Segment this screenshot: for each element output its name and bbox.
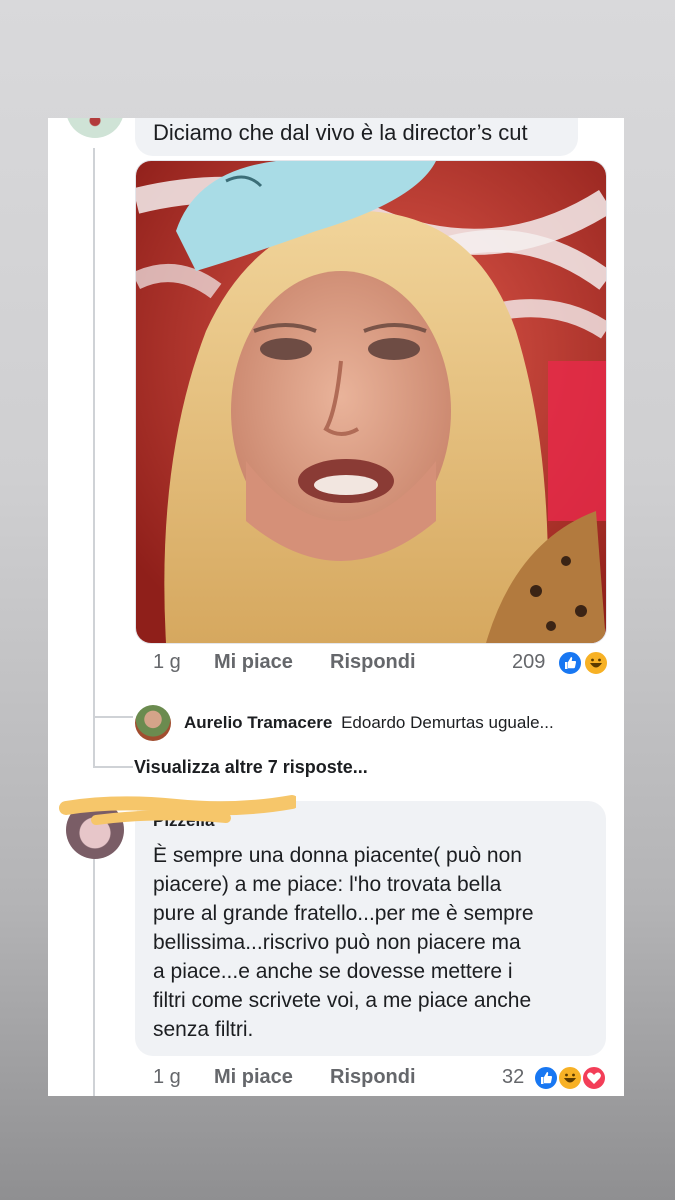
avatar[interactable] — [135, 705, 171, 741]
like-icon — [533, 1065, 559, 1091]
haha-icon — [557, 1065, 583, 1091]
thread-connector — [93, 716, 133, 718]
thread-line — [93, 148, 95, 766]
reply-button[interactable]: Rispondi — [330, 1066, 416, 1089]
avatar[interactable] — [66, 118, 124, 138]
comment-bubble: Diciamo che dal vivo è la director’s cut — [135, 118, 578, 156]
comment-time: 1 g — [153, 1066, 181, 1088]
comment-time: 1 g — [153, 651, 181, 673]
comment-text: Diciamo che dal vivo è la director’s cut — [153, 120, 528, 145]
thread-line — [93, 846, 95, 1096]
like-button[interactable]: Mi piace — [214, 651, 293, 674]
reply-text: Edoardo Demurtas uguale... — [341, 713, 554, 732]
reply-author[interactable]: Aurelio Tramacere — [184, 713, 332, 732]
name-redaction-scribble — [59, 795, 296, 825]
like-button[interactable]: Mi piace — [214, 1066, 293, 1089]
comments-panel: Diciamo che dal vivo è la director’s cut — [48, 118, 624, 1096]
view-more-replies-link[interactable]: Visualizza altre 7 risposte... — [134, 757, 368, 778]
like-icon — [557, 650, 583, 676]
reaction-count[interactable]: 32 — [502, 1066, 524, 1089]
reply-preview[interactable]: Aurelio Tramacere Edoardo Demurtas ugual… — [184, 713, 554, 733]
thread-connector — [93, 766, 133, 768]
comment-text: È sempre una donna piacente( può non pia… — [153, 844, 534, 1041]
reaction-count[interactable]: 209 — [512, 651, 545, 674]
reply-button[interactable]: Rispondi — [330, 651, 416, 674]
haha-icon — [583, 650, 609, 676]
comment-bubble: Pizzella È sempre una donna piacente( pu… — [135, 801, 606, 1056]
comment-photo[interactable] — [135, 160, 607, 644]
woman-portrait-photo — [136, 161, 606, 643]
love-icon — [581, 1065, 607, 1091]
